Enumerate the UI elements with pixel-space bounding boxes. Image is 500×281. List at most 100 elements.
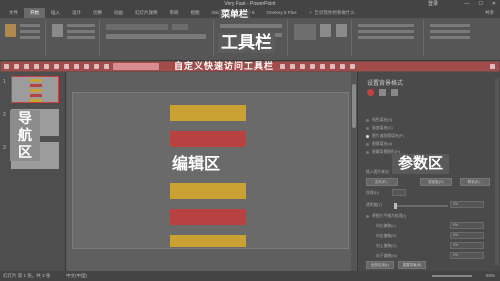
qat-icon-k[interactable] [310, 64, 315, 69]
tab-transitions[interactable]: 切换 [87, 8, 108, 18]
offset-bottom-field[interactable]: 0% [450, 252, 484, 259]
window-title: Very Fast - PowerPoint [224, 1, 276, 7]
reset-background-button[interactable]: 重置背景(B) [398, 261, 426, 269]
maximize-button[interactable]: ☐ [478, 0, 482, 8]
offset-left-field[interactable]: 0% [450, 222, 484, 229]
title-bar: Very Fast - PowerPoint 登录 — ☐ ✕ [0, 0, 500, 8]
clipboard-button[interactable]: 剪贴板(C) [420, 178, 452, 186]
replace-button[interactable] [430, 30, 470, 33]
gold-bar[interactable] [170, 105, 246, 121]
new-slide-icon[interactable] [52, 24, 63, 37]
insert-file-button[interactable]: 文件(F)... [366, 178, 398, 186]
gold-bar[interactable] [170, 183, 246, 199]
tab-home[interactable]: 开始 [24, 8, 45, 18]
texture-select[interactable] [392, 189, 406, 196]
shape-effects-button[interactable] [358, 36, 414, 39]
close-button[interactable]: ✕ [492, 0, 496, 8]
scroll-thumb[interactable] [352, 84, 356, 128]
font-family-select[interactable] [106, 24, 168, 30]
fill-icon[interactable] [367, 89, 374, 96]
texture-label: 纹理(U) [366, 191, 379, 195]
cut-button[interactable] [20, 24, 40, 27]
qat-icon-d[interactable] [74, 64, 79, 69]
pane-scrollbar[interactable] [495, 78, 499, 266]
tile-option[interactable]: 将图片平铺为纹理(I) [366, 214, 406, 219]
font-group [102, 20, 214, 56]
slide-thumbnail-1[interactable] [11, 76, 59, 103]
qat-customize-icon[interactable] [490, 64, 495, 69]
slide-number: 3 [3, 145, 6, 151]
tab-onekey-plus[interactable]: OneKey 8 Plus [261, 8, 303, 18]
pane-title: 设置背景格式 [367, 81, 404, 87]
tab-file[interactable]: 文件 [3, 8, 24, 18]
red-bar[interactable] [170, 131, 246, 147]
sign-in-link[interactable]: 登录 [428, 0, 438, 8]
qat-icon-g[interactable] [104, 64, 109, 69]
zoom-level[interactable]: 60% [486, 271, 495, 281]
tab-animations[interactable]: 动画 [108, 8, 129, 18]
shape-outline-button[interactable] [358, 30, 414, 33]
gold-bar[interactable] [170, 235, 246, 247]
offset-left-label: 向左偏移(L) [376, 224, 396, 228]
font-format-buttons[interactable] [106, 34, 206, 39]
tab-slideshow[interactable]: 幻灯片放映 [129, 8, 164, 18]
qat-color-box[interactable] [113, 63, 159, 70]
transparency-knob[interactable] [394, 203, 397, 209]
qat-icon-a[interactable] [44, 64, 49, 69]
layout-button[interactable] [67, 24, 95, 27]
section-button[interactable] [67, 36, 95, 39]
shape-fill-button[interactable] [358, 24, 414, 27]
qat-icon-f[interactable] [94, 64, 99, 69]
tab-design[interactable]: 设计 [66, 8, 87, 18]
quick-styles-icon[interactable] [336, 24, 347, 37]
option-gradient-fill[interactable]: 渐变填充(G) [366, 126, 393, 131]
qat-icon-n[interactable] [340, 64, 345, 69]
red-bar[interactable] [170, 209, 246, 225]
qat-icon-j[interactable] [300, 64, 305, 69]
qat-icon-m[interactable] [330, 64, 335, 69]
redo-icon[interactable] [24, 64, 29, 69]
option-pattern-fill[interactable]: 图案填充(A) [366, 142, 392, 147]
effects-icon[interactable] [379, 89, 386, 96]
shapes-gallery[interactable] [294, 24, 316, 40]
share-button[interactable]: 共享 [485, 8, 494, 18]
arrange-icon[interactable] [320, 24, 331, 37]
online-button[interactable]: 联机(E)... [460, 178, 490, 186]
qat-icon-e[interactable] [84, 64, 89, 69]
select-button[interactable] [430, 36, 470, 39]
qat-icon-b[interactable] [54, 64, 59, 69]
undo-icon[interactable] [14, 64, 19, 69]
qat-icon-o[interactable] [350, 64, 355, 69]
qat-icon-c[interactable] [64, 64, 69, 69]
language-indicator[interactable]: 中文(中国) [66, 271, 87, 281]
copy-button[interactable] [20, 30, 40, 33]
option-picture-fill[interactable]: 图片或纹理填充(P) [366, 134, 404, 139]
tab-view[interactable]: 视图 [185, 8, 206, 18]
transparency-value[interactable]: 0% [450, 201, 484, 208]
list-buttons[interactable] [220, 24, 282, 28]
picture-icon[interactable] [391, 89, 398, 96]
slideshow-icon[interactable] [34, 64, 39, 69]
save-icon[interactable] [4, 64, 9, 69]
apply-all-button[interactable]: 全部应用(L) [366, 261, 394, 269]
paste-icon[interactable] [5, 24, 16, 37]
transparency-slider[interactable] [394, 205, 448, 207]
zoom-slider[interactable] [432, 275, 472, 277]
offset-right-field[interactable]: 0% [450, 232, 484, 239]
status-bar: 幻灯片 第 1 张，共 3 张 中文(中国) 60% [0, 271, 500, 281]
qat-icon-l[interactable] [320, 64, 325, 69]
qat-icon-i[interactable] [290, 64, 295, 69]
slide-number: 2 [3, 112, 6, 118]
lightbulb-icon: ✧ [308, 10, 313, 15]
reset-button[interactable] [67, 30, 95, 33]
option-solid-fill[interactable]: 纯色填充(S) [366, 118, 392, 123]
find-button[interactable] [430, 24, 470, 27]
tab-insert[interactable]: 插入 [45, 8, 66, 18]
format-painter-button[interactable] [20, 36, 40, 39]
font-size-select[interactable] [172, 24, 188, 30]
offset-top-field[interactable]: 0% [450, 242, 484, 249]
tab-review[interactable]: 审阅 [164, 8, 185, 18]
qat-icon-h[interactable] [280, 64, 285, 69]
minimize-button[interactable]: — [464, 0, 469, 8]
tell-me-box[interactable]: ✧ 告诉我你想要做什么 [309, 10, 355, 16]
